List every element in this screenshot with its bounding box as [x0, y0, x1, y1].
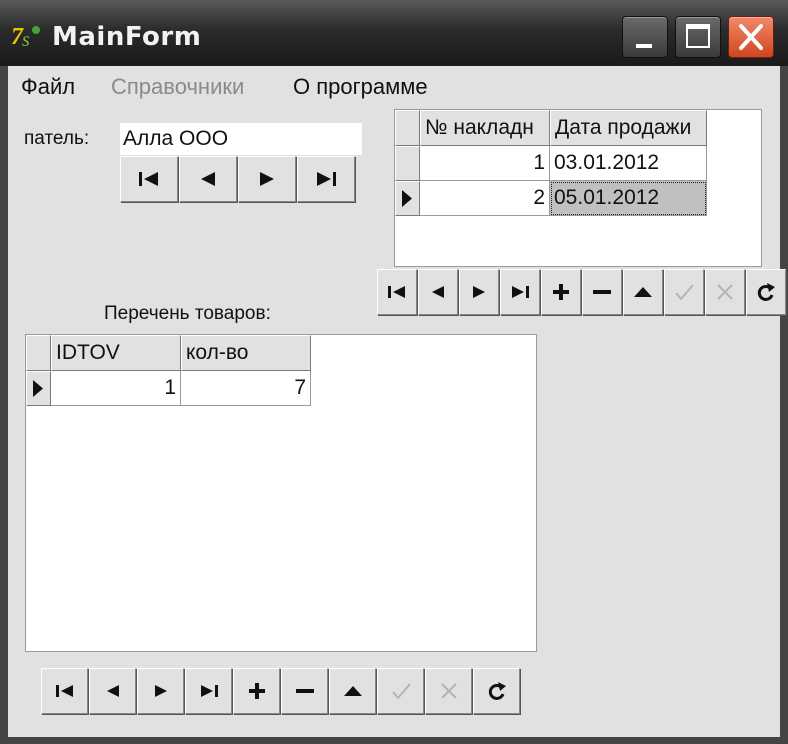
goods-navigator [41, 668, 521, 714]
invoices-col-date[interactable]: Дата продажи [550, 110, 707, 146]
buyer-label: патель: [24, 128, 90, 149]
goods-qty-cell[interactable]: 7 [181, 371, 311, 406]
goods-delete-button[interactable] [281, 668, 328, 714]
last-icon [317, 172, 336, 186]
invoices-prior-button[interactable] [418, 269, 458, 315]
window-title: MainForm [52, 22, 202, 52]
prior-icon [432, 286, 444, 298]
invoices-first-button[interactable] [377, 269, 417, 315]
invoices-last-button[interactable] [500, 269, 540, 315]
goods-caption: Перечень товаров: [104, 303, 271, 324]
invoices-header-indicator [395, 110, 420, 146]
goods-id-cell[interactable]: 1 [51, 371, 181, 406]
minimize-icon [636, 44, 652, 48]
refresh-icon [488, 682, 506, 700]
menu-bar: Файл Справочники О программе [8, 66, 780, 106]
invoices-cancel-button[interactable] [705, 269, 745, 315]
svg-text:s: s [22, 29, 30, 51]
first-icon [388, 286, 405, 298]
next-icon [154, 685, 167, 697]
invoice-number-cell[interactable]: 2 [420, 181, 550, 216]
goods-post-button[interactable] [377, 668, 424, 714]
minus-icon [295, 689, 314, 693]
prior-icon [106, 685, 119, 697]
goods-first-button[interactable] [41, 668, 88, 714]
current-row-arrow-icon [402, 190, 412, 207]
menu-file[interactable]: Файл [21, 74, 75, 100]
next-icon [473, 286, 485, 298]
goods-insert-button[interactable] [233, 668, 280, 714]
goods-refresh-button[interactable] [473, 668, 520, 714]
invoices-insert-button[interactable] [541, 269, 581, 315]
edit-triangle-icon [634, 287, 652, 297]
cancel-x-icon [717, 284, 733, 300]
goods-edit-button[interactable] [329, 668, 376, 714]
edit-triangle-icon [343, 686, 362, 696]
close-icon [739, 24, 763, 50]
invoices-refresh-button[interactable] [746, 269, 786, 315]
minimize-button[interactable] [622, 16, 668, 58]
plus-icon [248, 683, 265, 699]
cancel-x-icon [440, 683, 457, 699]
buyer-prior-button[interactable] [179, 156, 237, 202]
last-icon [200, 685, 218, 697]
title-bar[interactable]: 7 s MainForm [0, 0, 788, 66]
last-icon [512, 286, 529, 298]
invoice-date-cell[interactable]: 03.01.2012 [550, 146, 707, 181]
current-row-arrow-icon [33, 380, 43, 397]
maximize-button[interactable] [675, 16, 721, 58]
refresh-icon [757, 283, 775, 301]
invoices-post-button[interactable] [664, 269, 704, 315]
invoices-delete-button[interactable] [582, 269, 622, 315]
buyer-next-button[interactable] [238, 156, 296, 202]
goods-next-button[interactable] [137, 668, 184, 714]
goods-last-button[interactable] [185, 668, 232, 714]
maximize-icon [686, 24, 710, 48]
buyer-last-button[interactable] [297, 156, 355, 202]
goods-col-qty[interactable]: кол-во [181, 335, 311, 371]
invoice-number-cell[interactable]: 1 [420, 146, 550, 181]
row-indicator [395, 146, 420, 181]
goods-grid[interactable]: IDTOV кол-во 1 7 [25, 334, 537, 652]
invoices-col-number[interactable]: № накладн [420, 110, 550, 146]
plus-icon [553, 284, 569, 300]
check-icon [675, 284, 694, 301]
buyer-first-button[interactable] [120, 156, 178, 202]
next-icon [260, 172, 274, 186]
invoices-navigator [377, 269, 787, 315]
minus-icon [593, 290, 611, 294]
check-icon [391, 683, 411, 700]
buyer-field[interactable]: Алла ООО [120, 123, 362, 155]
row-indicator [395, 181, 420, 216]
buyer-navigator [120, 156, 356, 202]
invoice-date-cell-selected[interactable]: 05.01.2012 [550, 181, 707, 216]
row-indicator [26, 371, 51, 406]
goods-col-idtov[interactable]: IDTOV [51, 335, 181, 371]
goods-cancel-button[interactable] [425, 668, 472, 714]
goods-header-indicator [26, 335, 51, 371]
form-client-area: Файл Справочники О программе патель: Алл… [8, 66, 786, 737]
invoices-edit-button[interactable] [623, 269, 663, 315]
first-icon [55, 685, 73, 697]
first-icon [139, 172, 158, 186]
app-icon: 7 s [11, 24, 40, 51]
close-button[interactable] [728, 16, 774, 58]
main-window: 7 s MainForm Файл Справочники О программ… [0, 0, 788, 744]
invoices-next-button[interactable] [459, 269, 499, 315]
prior-icon [201, 172, 215, 186]
goods-prior-button[interactable] [89, 668, 136, 714]
menu-directories[interactable]: Справочники [111, 74, 244, 100]
invoices-grid[interactable]: № накладн Дата продажи 1 03.01.2012 2 05… [394, 109, 762, 267]
menu-about[interactable]: О программе [293, 74, 428, 100]
